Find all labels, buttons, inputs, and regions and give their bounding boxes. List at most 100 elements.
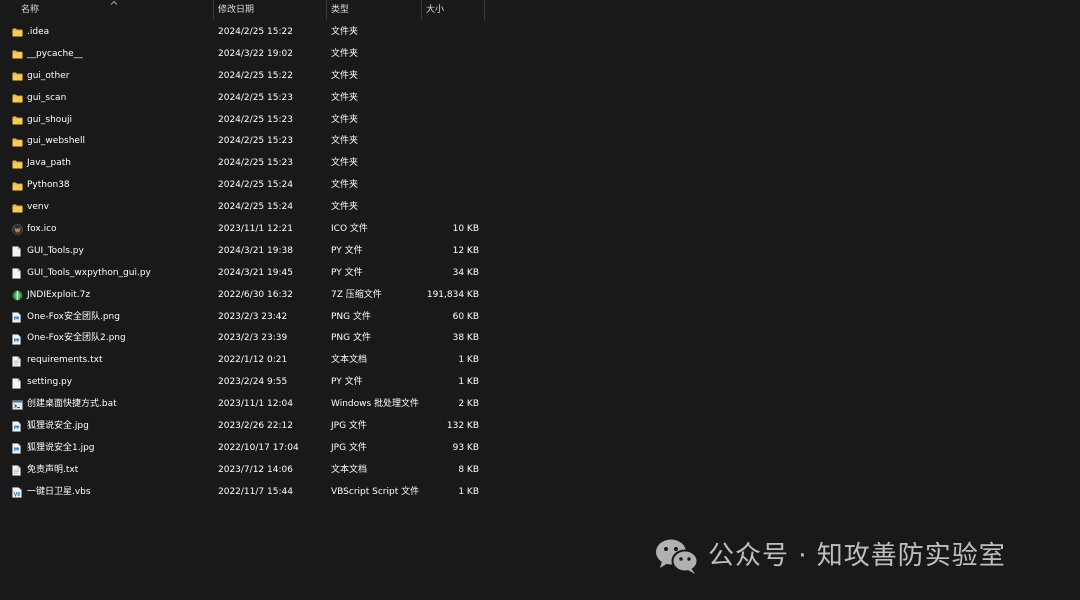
watermark-text: 公众号 · 知攻善防实验室 bbox=[708, 541, 1006, 571]
column-header-type[interactable]: 类型 bbox=[331, 0, 349, 20]
column-divider[interactable] bbox=[213, 0, 214, 20]
file-row[interactable]: One-Fox安全团队2.png 2023/2/3 23:39 PNG 文件 38 K… bbox=[0, 328, 1080, 350]
folder-row[interactable]: gui_webshell 2024/2/25 15:23 文件夹 bbox=[0, 131, 1080, 153]
file-type: PY 文件 bbox=[331, 245, 363, 256]
file-name: fox.ico bbox=[27, 224, 57, 235]
file-name: Python38 bbox=[27, 180, 70, 191]
folder-icon bbox=[12, 131, 23, 153]
sort-ascending-icon bbox=[110, 0, 118, 5]
file-type: 文本文档 bbox=[331, 464, 368, 475]
file-modified-date: 2023/2/3 23:42 bbox=[218, 311, 288, 322]
file-name: 狐狸说安全.jpg bbox=[27, 421, 89, 432]
file-type: 文件夹 bbox=[331, 158, 359, 169]
fox-ico-icon bbox=[12, 219, 23, 241]
file-row[interactable]: GUI_Tools.py 2024/3/21 19:38 PY 文件 12 KB bbox=[0, 241, 1080, 263]
column-header-name[interactable]: 名称 bbox=[21, 0, 39, 20]
file-icon bbox=[12, 263, 23, 285]
folder-row[interactable]: gui_scan 2024/2/25 15:23 文件夹 bbox=[0, 88, 1080, 110]
file-size: 132 KB bbox=[446, 421, 479, 432]
file-modified-date: 2024/2/25 15:23 bbox=[218, 136, 293, 147]
file-row[interactable]: 狐狸说安全.jpg 2023/2/26 22:12 JPG 文件 132 KB bbox=[0, 416, 1080, 438]
folder-row[interactable]: Java_path 2024/2/25 15:23 文件夹 bbox=[0, 153, 1080, 175]
file-type: 7Z 压缩文件 bbox=[331, 289, 382, 300]
file-name: .idea bbox=[27, 27, 50, 37]
file-modified-date: 2024/2/25 15:23 bbox=[218, 92, 293, 103]
file-size: 34 KB bbox=[452, 267, 479, 278]
vbs-script-icon bbox=[12, 482, 23, 504]
folder-row[interactable]: __pycache__ 2024/3/22 19:02 文件夹 bbox=[0, 44, 1080, 66]
file-type: 文件夹 bbox=[331, 27, 359, 37]
file-size: 1 KB bbox=[458, 377, 479, 388]
file-modified-date: 2022/10/17 17:04 bbox=[218, 442, 299, 453]
image-file-icon bbox=[12, 328, 23, 350]
file-size: 1 KB bbox=[458, 486, 479, 497]
file-modified-date: 2023/2/26 22:12 bbox=[218, 421, 293, 432]
column-header-date[interactable]: 修改日期 bbox=[218, 0, 254, 20]
file-modified-date: 2024/3/22 19:02 bbox=[218, 48, 293, 59]
column-divider[interactable] bbox=[326, 0, 327, 20]
file-modified-date: 2023/2/3 23:39 bbox=[218, 333, 288, 344]
file-type: 文件夹 bbox=[331, 92, 359, 103]
file-type: PY 文件 bbox=[331, 377, 363, 388]
folder-row[interactable]: gui_shouji 2024/2/25 15:23 文件夹 bbox=[0, 110, 1080, 132]
file-name: __pycache__ bbox=[27, 48, 83, 59]
file-name: 狐狸说安全1.jpg bbox=[27, 442, 95, 453]
file-size: 12 KB bbox=[452, 245, 479, 256]
file-name: setting.py bbox=[27, 377, 73, 388]
watermark: 公众号 · 知攻善防实验室 bbox=[655, 536, 1006, 576]
column-divider[interactable] bbox=[484, 0, 485, 20]
file-row[interactable]: setting.py 2023/2/24 9:55 PY 文件 1 KB bbox=[0, 372, 1080, 394]
file-list: .idea 2024/2/25 15:22 文件夹 __pycache__ 2024/3… bbox=[0, 22, 1080, 504]
wechat-icon bbox=[656, 539, 699, 574]
file-modified-date: 2024/2/25 15:23 bbox=[218, 114, 293, 125]
file-type: 文件夹 bbox=[331, 180, 359, 191]
file-name: 创建桌面快捷方式.bat bbox=[27, 399, 117, 410]
file-modified-date: 2023/7/12 14:06 bbox=[218, 464, 293, 475]
file-modified-date: 2023/2/24 9:55 bbox=[218, 377, 288, 388]
file-name: gui_webshell bbox=[27, 136, 85, 147]
file-icon bbox=[12, 372, 23, 394]
file-name: gui_other bbox=[27, 70, 70, 81]
file-type: PNG 文件 bbox=[331, 333, 371, 344]
folder-row[interactable]: Python38 2024/2/25 15:24 文件夹 bbox=[0, 175, 1080, 197]
file-size: 93 KB bbox=[452, 442, 479, 453]
file-name: Java_path bbox=[27, 158, 71, 169]
file-size: 2 KB bbox=[458, 399, 479, 410]
file-type: 文本文档 bbox=[331, 355, 368, 366]
file-size: 38 KB bbox=[452, 333, 479, 344]
file-modified-date: 2022/1/12 0:21 bbox=[218, 355, 288, 366]
file-row[interactable]: One-Fox安全团队.png 2023/2/3 23:42 PNG 文件 60 KB bbox=[0, 307, 1080, 329]
file-type: 文件夹 bbox=[331, 114, 359, 125]
file-name: One-Fox安全团队.png bbox=[27, 311, 120, 322]
file-row[interactable]: requirements.txt 2022/1/12 0:21 文本文档 1 KB bbox=[0, 350, 1080, 372]
file-row[interactable]: GUI_Tools_wxpython_gui.py 2024/3/21 19:45… bbox=[0, 263, 1080, 285]
folder-row[interactable]: .idea 2024/2/25 15:22 文件夹 bbox=[0, 22, 1080, 44]
file-name: gui_scan bbox=[27, 92, 67, 103]
file-row[interactable]: fox.ico 2023/11/1 12:21 ICO 文件 10 KB bbox=[0, 219, 1080, 241]
column-header-size[interactable]: 大小 bbox=[426, 0, 444, 20]
file-row[interactable]: 免责声明.txt 2023/7/12 14:06 文本文档 8 KB bbox=[0, 460, 1080, 482]
file-type: 文件夹 bbox=[331, 48, 359, 59]
file-row[interactable]: JNDIExploit.7z 2022/6/30 16:32 7Z 压缩文件 191,… bbox=[0, 285, 1080, 307]
file-type: 文件夹 bbox=[331, 136, 359, 147]
image-file-icon bbox=[12, 416, 23, 438]
text-file-icon bbox=[12, 460, 23, 482]
folder-row[interactable]: venv 2024/2/25 15:24 文件夹 bbox=[0, 197, 1080, 219]
file-row[interactable]: 狐狸说安全1.jpg 2022/10/17 17:04 JPG 文件 93 KB bbox=[0, 438, 1080, 460]
folder-icon bbox=[12, 22, 23, 44]
file-name: venv bbox=[27, 202, 49, 213]
folder-icon bbox=[12, 44, 23, 66]
file-size: 10 KB bbox=[452, 224, 479, 235]
file-name: requirements.txt bbox=[27, 355, 103, 366]
file-modified-date: 2023/11/1 12:04 bbox=[218, 399, 293, 410]
file-type: PNG 文件 bbox=[331, 311, 371, 322]
file-modified-date: 2022/6/30 16:32 bbox=[218, 289, 293, 300]
file-row[interactable]: 创建桌面快捷方式.bat 2023/11/1 12:04 Windows 批处理文件… bbox=[0, 394, 1080, 416]
file-row[interactable]: 一键日卫星.vbs 2022/11/7 15:44 VBScript Script … bbox=[0, 482, 1080, 504]
folder-icon bbox=[12, 197, 23, 219]
column-divider[interactable] bbox=[421, 0, 422, 20]
file-icon bbox=[12, 241, 23, 263]
file-modified-date: 2024/2/25 15:24 bbox=[218, 180, 293, 191]
file-name: One-Fox安全团队2.png bbox=[27, 333, 126, 344]
folder-row[interactable]: gui_other 2024/2/25 15:22 文件夹 bbox=[0, 66, 1080, 88]
